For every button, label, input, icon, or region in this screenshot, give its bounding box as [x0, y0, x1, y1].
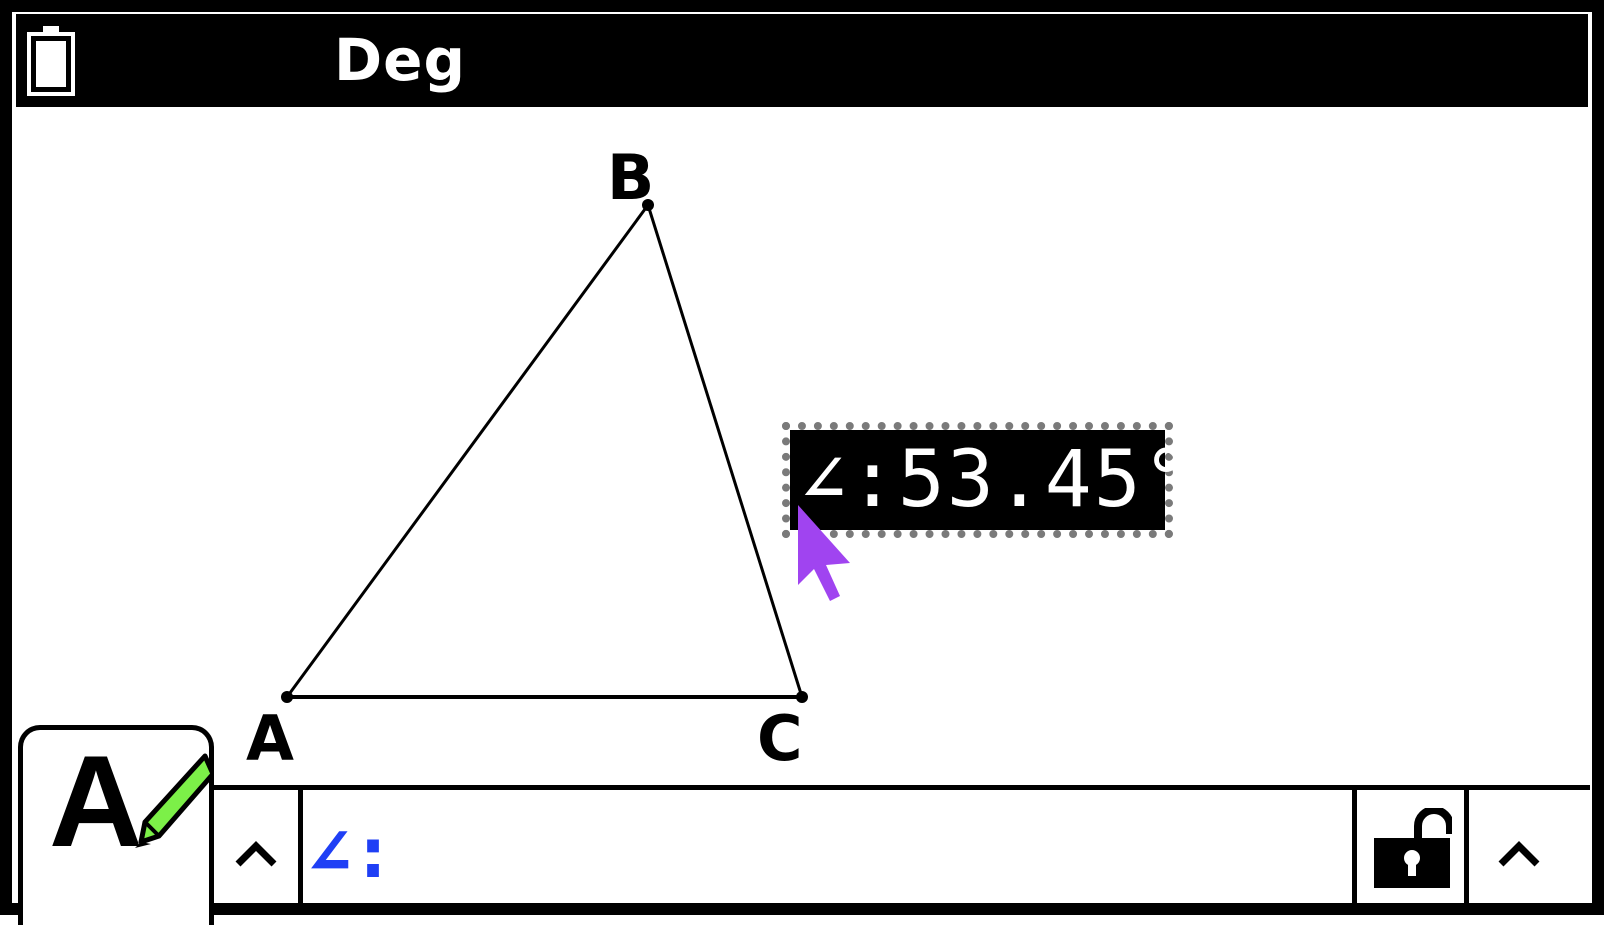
- expand-left-button[interactable]: [214, 790, 298, 903]
- entry-toolbar: ∠:: [214, 785, 1590, 903]
- toolbar-divider: [1352, 790, 1357, 903]
- segment-BC[interactable]: [646, 204, 804, 698]
- point-label-A: A: [246, 702, 294, 775]
- segment-AB[interactable]: [285, 204, 650, 698]
- angle-measurement-value: ∠:53.45°: [800, 435, 1192, 525]
- pen-icon: [135, 753, 213, 848]
- toolbar-divider: [298, 790, 303, 903]
- chevron-up-icon: [1498, 841, 1540, 867]
- unlocked-padlock-icon[interactable]: [1372, 808, 1452, 888]
- chevron-up-icon: [235, 841, 277, 867]
- point-label-C: C: [757, 702, 803, 775]
- point-label-B: B: [607, 141, 654, 214]
- expand-right-button[interactable]: [1469, 790, 1569, 903]
- handwriting-input-button[interactable]: A: [18, 725, 214, 925]
- entry-field[interactable]: ∠:: [308, 810, 395, 894]
- handwriting-A-icon: A: [49, 728, 143, 874]
- pointer-icon: [798, 505, 850, 601]
